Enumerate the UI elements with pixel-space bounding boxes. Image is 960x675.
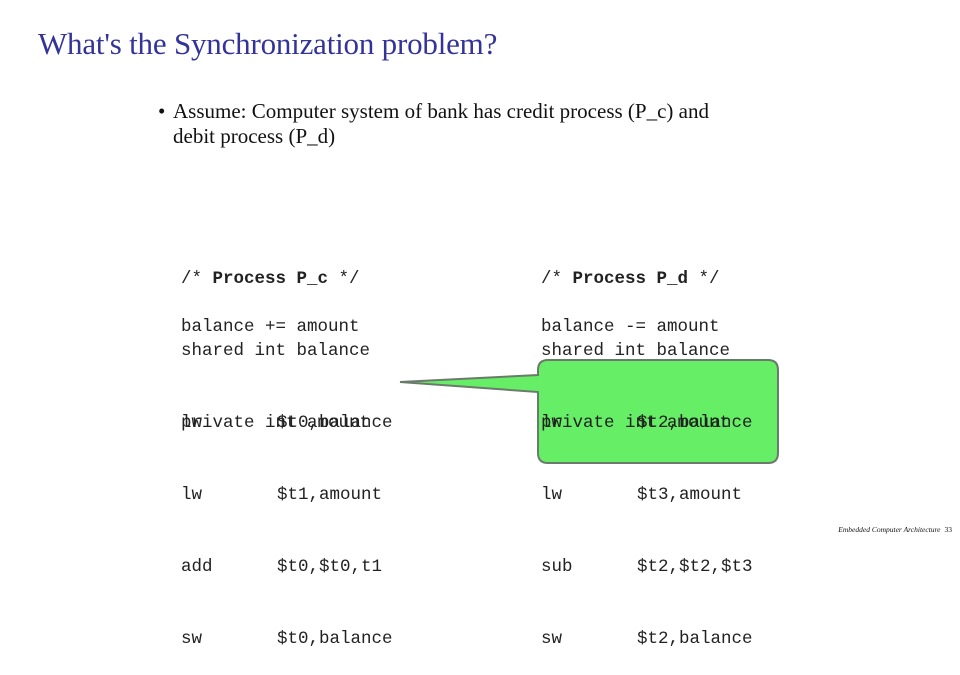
process-d-statement: balance -= amount — [541, 317, 720, 337]
page-number: 33 — [944, 525, 953, 534]
process-d-name: Process P_d — [572, 269, 689, 289]
asm-row: lw $t3,amount — [541, 485, 743, 505]
process-d-shared-decl: shared int balance — [541, 341, 731, 361]
asm-row: add $t0,$t0,t1 — [181, 557, 383, 577]
asm-row: sub $t2,$t2,$t3 — [541, 557, 753, 577]
asm-row: lw $t1,amount — [181, 485, 383, 505]
asm-row: lw $t0,balance — [181, 413, 393, 433]
asm-row: lw $t2,balance — [541, 413, 753, 433]
asm-row: sw $t0,balance — [181, 629, 393, 649]
footer-course-title: Embedded Computer Architecture — [838, 525, 941, 534]
process-c-name: Process P_c — [212, 269, 329, 289]
process-c-shared-decl: shared int balance — [181, 341, 371, 361]
asm-row: sw $t2,balance — [541, 629, 753, 649]
process-c-statement: balance += amount — [181, 317, 360, 337]
process-c-assembly: lw $t0,balance lw $t1,amount add $t0,$t0,t1… — [181, 363, 393, 675]
process-d-assembly: lw $t2,balance lw $t3,amount sub $t2,$t2,$t… — [541, 363, 753, 675]
slide-footer: Embedded Computer Architecture 33 — [838, 525, 952, 534]
callout-balloon — [399, 359, 779, 464]
